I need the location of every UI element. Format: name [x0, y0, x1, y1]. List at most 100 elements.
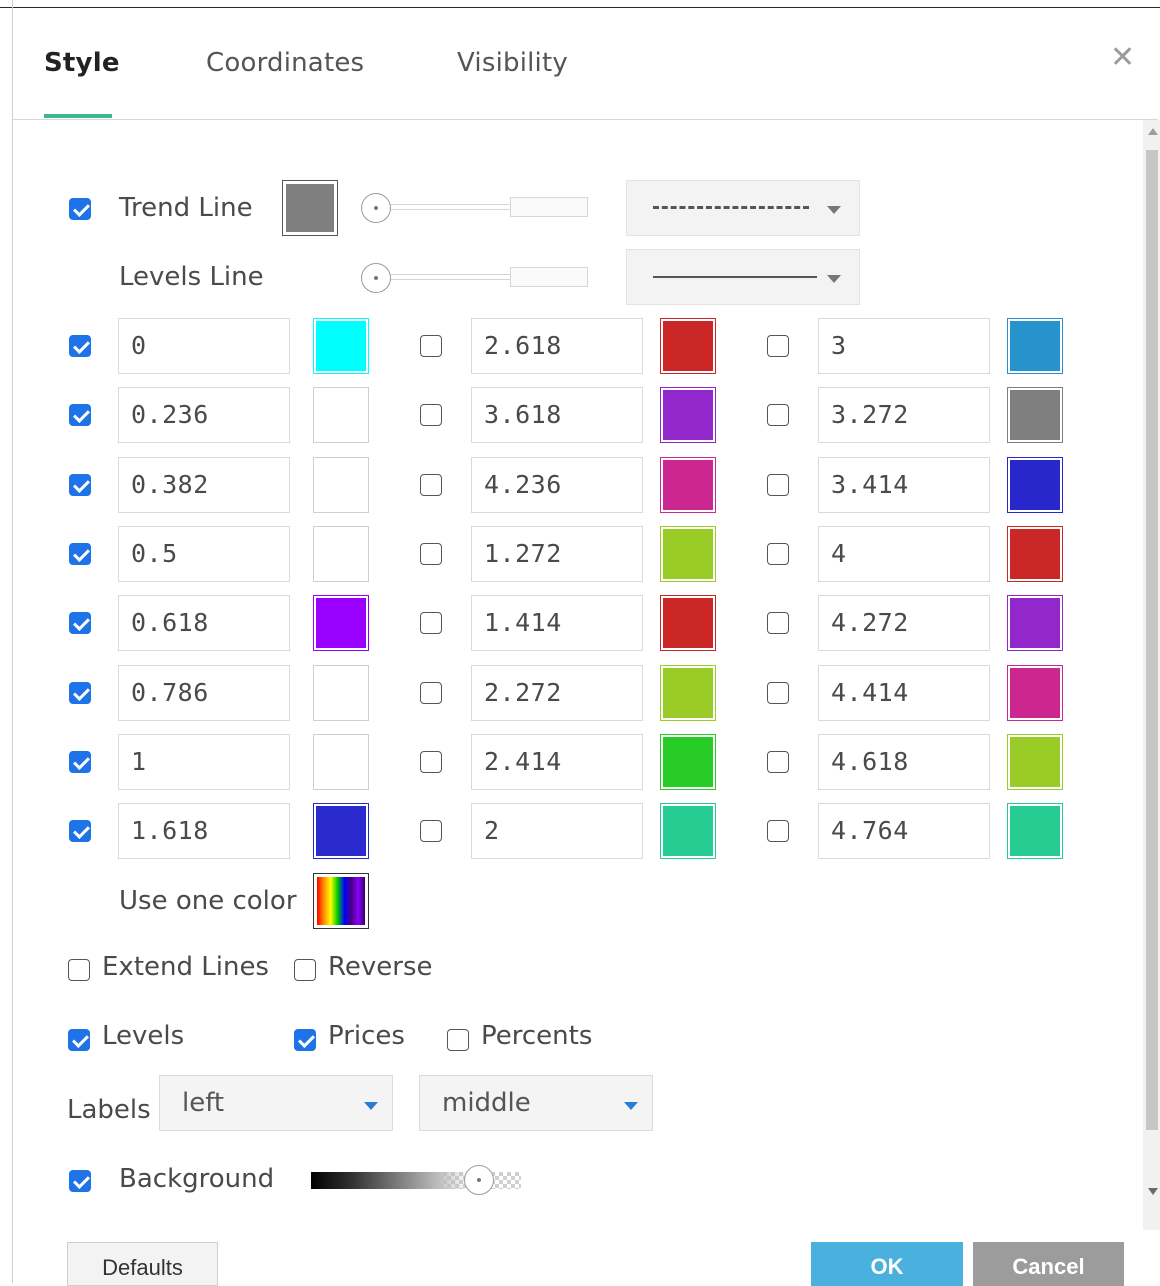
level-checkbox[interactable]	[767, 612, 789, 634]
trend-line-style-dropdown[interactable]	[626, 180, 860, 236]
level-color-swatch[interactable]	[660, 803, 716, 859]
level-color-swatch[interactable]	[313, 803, 369, 859]
background-checkbox[interactable]	[69, 1170, 91, 1192]
level-color-swatch[interactable]	[1007, 803, 1063, 859]
level-value-input[interactable]: 2.414	[471, 734, 643, 790]
level-color-swatch[interactable]	[660, 734, 716, 790]
scroll-up-arrow-icon[interactable]	[1148, 128, 1158, 135]
ok-button[interactable]: OK	[811, 1242, 963, 1286]
trend-line-width-track-end[interactable]	[510, 197, 588, 217]
level-color-swatch[interactable]	[1007, 526, 1063, 582]
use-one-color-swatch[interactable]	[313, 873, 369, 929]
level-color-swatch[interactable]	[1007, 595, 1063, 651]
level-value-input[interactable]: 0	[118, 318, 290, 374]
levels-line-width-track-end[interactable]	[510, 267, 588, 287]
level-color-swatch[interactable]	[313, 318, 369, 374]
level-value-input[interactable]: 0.786	[118, 665, 290, 721]
level-value-input[interactable]: 0.236	[118, 387, 290, 443]
level-color-swatch[interactable]	[660, 387, 716, 443]
level-checkbox[interactable]	[69, 404, 91, 426]
level-value-input[interactable]: 4.272	[818, 595, 990, 651]
level-checkbox[interactable]	[69, 543, 91, 565]
labels-horizontal-select[interactable]: left	[159, 1075, 393, 1131]
level-checkbox[interactable]	[69, 751, 91, 773]
level-value-input[interactable]: 4	[818, 526, 990, 582]
level-checkbox[interactable]	[420, 543, 442, 565]
level-value-input[interactable]: 4.236	[471, 457, 643, 513]
level-color-swatch[interactable]	[660, 457, 716, 513]
level-value-input[interactable]: 0.618	[118, 595, 290, 651]
levels-line-style-dropdown[interactable]	[626, 249, 860, 305]
tab-coordinates[interactable]: Coordinates	[206, 48, 364, 78]
trend-line-color-swatch[interactable]	[282, 180, 338, 236]
level-value-input[interactable]: 3.414	[818, 457, 990, 513]
level-color-swatch[interactable]	[1007, 734, 1063, 790]
level-color-swatch[interactable]	[660, 526, 716, 582]
cancel-button[interactable]: Cancel	[973, 1242, 1124, 1286]
level-value-input[interactable]: 2.272	[471, 665, 643, 721]
level-value-input[interactable]: 3	[818, 318, 990, 374]
trend-line-checkbox[interactable]	[69, 198, 91, 220]
levels-checkbox[interactable]	[68, 1029, 90, 1051]
level-color-swatch[interactable]	[313, 665, 369, 721]
level-checkbox[interactable]	[69, 682, 91, 704]
level-color-swatch[interactable]	[1007, 665, 1063, 721]
trend-line-width-knob[interactable]	[361, 193, 391, 223]
levels-line-width-track[interactable]	[380, 274, 515, 280]
level-color-swatch[interactable]	[313, 734, 369, 790]
level-checkbox[interactable]	[767, 404, 789, 426]
level-value-input[interactable]: 1.414	[471, 595, 643, 651]
level-color-swatch[interactable]	[1007, 387, 1063, 443]
level-value-input[interactable]: 2.618	[471, 318, 643, 374]
level-checkbox[interactable]	[420, 404, 442, 426]
level-checkbox[interactable]	[420, 474, 442, 496]
level-color-swatch[interactable]	[660, 665, 716, 721]
level-color-swatch[interactable]	[660, 595, 716, 651]
trend-line-width-track[interactable]	[380, 204, 515, 210]
extend-lines-checkbox[interactable]	[68, 959, 90, 981]
level-checkbox[interactable]	[767, 543, 789, 565]
percents-checkbox[interactable]	[447, 1029, 469, 1051]
level-checkbox[interactable]	[420, 682, 442, 704]
scrollbar-thumb[interactable]	[1146, 150, 1158, 1130]
level-value-input[interactable]: 4.764	[818, 803, 990, 859]
level-color-swatch[interactable]	[313, 526, 369, 582]
level-checkbox[interactable]	[69, 474, 91, 496]
level-value-input[interactable]: 1.618	[118, 803, 290, 859]
level-value-input[interactable]: 0.382	[118, 457, 290, 513]
level-value-input[interactable]: 0.5	[118, 526, 290, 582]
level-color-swatch[interactable]	[313, 457, 369, 513]
level-checkbox[interactable]	[420, 612, 442, 634]
level-checkbox[interactable]	[767, 682, 789, 704]
level-checkbox[interactable]	[420, 335, 442, 357]
level-value-input[interactable]: 1	[118, 734, 290, 790]
level-value-input[interactable]: 4.414	[818, 665, 990, 721]
prices-checkbox[interactable]	[294, 1029, 316, 1051]
level-color-swatch[interactable]	[1007, 318, 1063, 374]
defaults-button[interactable]: Defaults	[67, 1242, 218, 1286]
levels-line-width-knob[interactable]	[361, 263, 391, 293]
close-icon[interactable]: ✕	[1110, 40, 1135, 75]
level-value-input[interactable]: 4.618	[818, 734, 990, 790]
level-color-swatch[interactable]	[313, 595, 369, 651]
level-checkbox[interactable]	[767, 751, 789, 773]
reverse-checkbox[interactable]	[294, 959, 316, 981]
level-value-input[interactable]: 1.272	[471, 526, 643, 582]
level-value-input[interactable]: 3.618	[471, 387, 643, 443]
level-checkbox[interactable]	[420, 751, 442, 773]
level-value-input[interactable]: 2	[471, 803, 643, 859]
labels-vertical-select[interactable]: middle	[419, 1075, 653, 1131]
level-checkbox[interactable]	[69, 612, 91, 634]
level-checkbox[interactable]	[69, 335, 91, 357]
level-checkbox[interactable]	[767, 335, 789, 357]
level-checkbox[interactable]	[767, 820, 789, 842]
level-color-swatch[interactable]	[660, 318, 716, 374]
tab-visibility[interactable]: Visibility	[457, 48, 568, 78]
level-checkbox[interactable]	[69, 820, 91, 842]
tab-style[interactable]: Style	[44, 48, 120, 78]
level-checkbox[interactable]	[767, 474, 789, 496]
background-opacity-knob[interactable]	[464, 1165, 494, 1195]
level-checkbox[interactable]	[420, 820, 442, 842]
level-value-input[interactable]: 3.272	[818, 387, 990, 443]
level-color-swatch[interactable]	[313, 387, 369, 443]
